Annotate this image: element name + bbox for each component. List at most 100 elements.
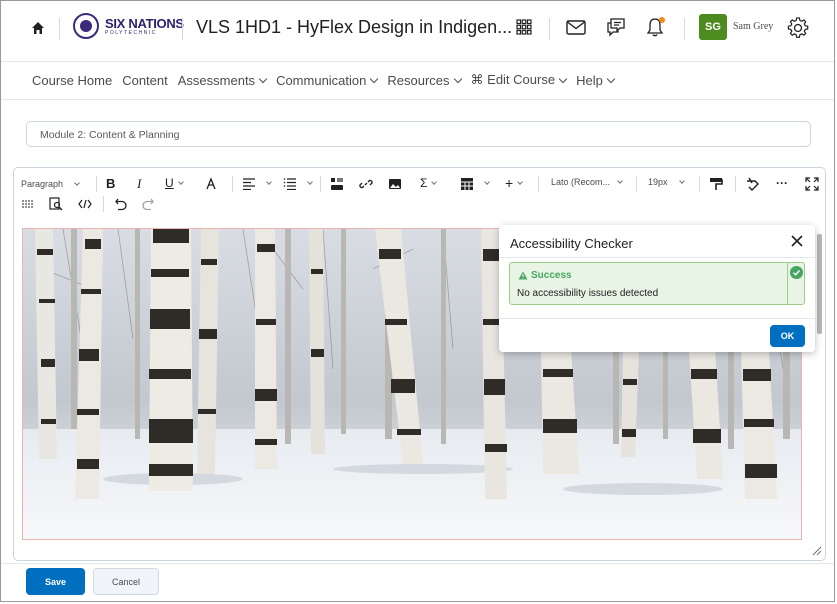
chevron-down-icon [606, 74, 616, 83]
chevron-down-icon [517, 179, 524, 185]
success-alert: Success No accessibility issues detected [509, 262, 805, 305]
font-family-select[interactable]: Lato (Recom... [551, 177, 623, 187]
chevron-down-icon [74, 180, 80, 186]
alert-title: Success [518, 270, 572, 281]
equation-button[interactable]: Σ [420, 176, 438, 190]
nav-communication[interactable]: Communication [276, 72, 379, 88]
warning-triangle-icon [518, 271, 528, 280]
apps-grid-icon[interactable] [516, 19, 532, 35]
undo-icon[interactable] [114, 197, 128, 211]
logo-subtext: POLYTECHNIC [105, 29, 157, 36]
divider [96, 176, 97, 192]
resize-handle-icon[interactable] [812, 546, 822, 556]
nav-label: Assessments [177, 72, 256, 88]
underline-button[interactable]: U [165, 176, 184, 190]
logo[interactable]: SIX NATIONS POLYTECHNIC [73, 13, 184, 39]
nav-resources[interactable]: Resources [387, 72, 462, 88]
divider [499, 318, 815, 319]
divider [735, 176, 736, 192]
user-name[interactable]: Sam Grey [733, 21, 773, 32]
logo-seal-icon [73, 13, 99, 39]
horizontal-line-icon[interactable] [21, 198, 34, 210]
insert-image-icon[interactable] [388, 177, 402, 191]
bold-button[interactable]: B [106, 176, 115, 191]
scrollbar-thumb[interactable] [817, 234, 822, 334]
redo-icon[interactable] [141, 197, 155, 211]
source-code-icon[interactable] [78, 199, 92, 209]
insert-more-button[interactable]: + [505, 175, 524, 191]
divider [699, 176, 700, 192]
notification-badge [659, 17, 665, 23]
table-icon[interactable] [460, 177, 474, 191]
dialog-title: Accessibility Checker [510, 236, 633, 251]
divider [636, 176, 637, 192]
editor-scrollbar[interactable] [815, 222, 823, 540]
link-icon[interactable] [359, 177, 373, 191]
accessibility-checker-dialog: Accessibility Checker Success No accessi… [499, 225, 815, 352]
chevron-down-icon [177, 179, 184, 185]
align-left-icon[interactable] [242, 178, 256, 190]
cancel-button[interactable]: Cancel [93, 568, 159, 595]
title-input[interactable]: Module 2: Content & Planning [26, 121, 811, 147]
alert-title-text: Success [531, 270, 572, 281]
insert-stuff-icon[interactable] [330, 177, 344, 191]
divider [499, 257, 815, 258]
divider [1, 563, 834, 564]
check-circle-icon [790, 266, 803, 279]
nav-label: ⌘ Edit Course [470, 72, 556, 87]
mail-icon[interactable] [566, 20, 586, 35]
save-button[interactable]: Save [26, 568, 85, 595]
more-actions-button[interactable]: ··· [776, 176, 788, 190]
nav-label: Content [122, 72, 168, 88]
divider [320, 176, 321, 192]
list-icon[interactable] [283, 178, 297, 190]
chevron-down-icon [558, 74, 568, 83]
sigma-icon: Σ [420, 176, 428, 190]
divider [538, 176, 539, 192]
nav-assessments[interactable]: Assessments [177, 72, 268, 88]
divider [787, 263, 788, 304]
chat-icon[interactable] [606, 17, 626, 37]
close-icon[interactable] [789, 233, 805, 249]
home-icon[interactable] [30, 20, 46, 36]
alert-message: No accessibility issues detected [517, 288, 659, 299]
divider [1, 61, 834, 62]
chevron-down-icon [370, 74, 379, 83]
divider [232, 176, 233, 192]
chevron-down-icon [678, 178, 685, 184]
accessibility-check-icon[interactable] [746, 177, 760, 191]
font-size-label: 19px [648, 177, 668, 187]
divider [684, 18, 685, 40]
italic-button[interactable]: I [137, 176, 141, 192]
font-size-select[interactable]: 19px [648, 177, 685, 187]
paragraph-format-select[interactable]: Paragraph [21, 177, 80, 191]
course-navbar: Course Home Content Assessments Communic… [32, 72, 624, 88]
gear-icon[interactable] [787, 17, 809, 39]
fullscreen-icon[interactable] [805, 177, 819, 191]
plus-icon: + [505, 175, 514, 191]
underline-label: U [165, 176, 174, 190]
nav-help[interactable]: Help [576, 72, 616, 88]
nav-label: Communication [276, 72, 367, 88]
chevron-down-icon [617, 178, 623, 184]
preview-icon[interactable] [49, 197, 63, 211]
chevron-down-icon [258, 74, 268, 83]
nav-course-home[interactable]: Course Home [32, 72, 112, 88]
font-family-label: Lato (Recom... [551, 177, 611, 187]
nav-label: Resources [387, 72, 450, 88]
divider [1, 99, 834, 100]
logo-text: SIX NATIONS [105, 15, 184, 31]
text-color-icon[interactable] [204, 177, 218, 191]
divider [59, 18, 60, 40]
ok-button[interactable]: OK [770, 325, 805, 347]
course-title[interactable]: VLS 1HD1 - HyFlex Design in Indigen... [196, 17, 512, 38]
chevron-down-icon [453, 74, 462, 83]
nav-edit-course[interactable]: ⌘ Edit Course [470, 72, 568, 88]
nav-label: Help [576, 72, 603, 88]
chevron-down-icon [431, 179, 438, 185]
format-painter-icon[interactable] [709, 177, 723, 191]
paragraph-format-label: Paragraph [21, 179, 64, 189]
avatar[interactable]: SG [699, 14, 727, 40]
nav-content[interactable]: Content [122, 72, 168, 88]
nav-label: Course Home [32, 72, 113, 88]
